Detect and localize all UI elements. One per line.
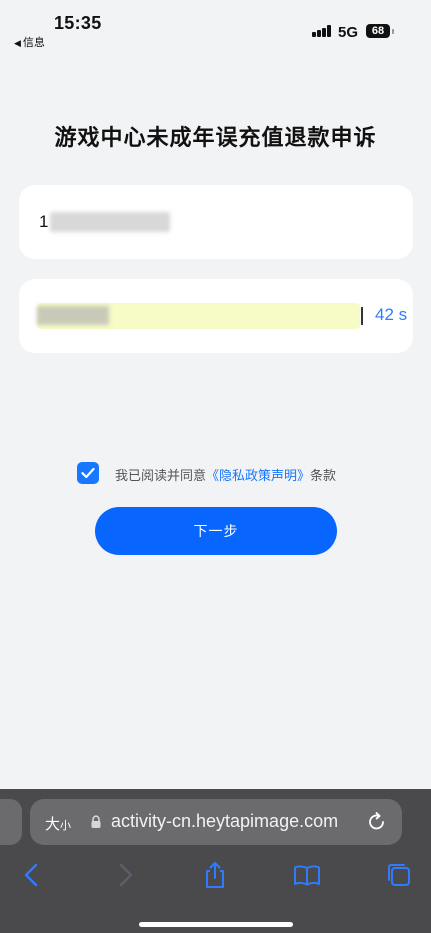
- share-icon[interactable]: [201, 861, 229, 889]
- url-text[interactable]: activity-cn.heytapimage.com: [111, 811, 338, 832]
- back-to-messages-button[interactable]: ◀ 信息: [14, 34, 45, 50]
- verification-code-redacted: [37, 306, 109, 325]
- lock-icon: [91, 815, 101, 828]
- agreement-row: 我已阅读并同意《隐私政策声明》条款: [77, 462, 397, 486]
- phone-number-value: 1: [39, 212, 49, 231]
- tabs-icon[interactable]: [385, 861, 413, 889]
- phone-number-field[interactable]: 1: [19, 185, 413, 259]
- reload-icon[interactable]: [366, 811, 388, 833]
- text-caret: [361, 307, 363, 325]
- agreement-text: 我已阅读并同意《隐私政策声明》条款: [115, 465, 336, 484]
- bookmarks-icon[interactable]: [293, 861, 321, 889]
- back-triangle-icon: ◀: [14, 38, 21, 48]
- cellular-signal-icon: [312, 25, 332, 37]
- next-step-button[interactable]: 下一步: [95, 507, 337, 555]
- verification-code-field[interactable]: 42 s: [19, 279, 413, 353]
- forward-icon[interactable]: [111, 861, 139, 889]
- page-title: 游戏中心未成年误充值退款申诉: [54, 125, 377, 150]
- text-size-large: 大: [45, 816, 61, 833]
- status-bar: ◀ 信息 15:35 5G 68: [0, 0, 431, 64]
- clock: 15:35: [54, 13, 102, 33]
- previous-tab-preview[interactable]: [0, 799, 22, 845]
- phone-number-redacted: [50, 212, 170, 232]
- resend-countdown[interactable]: 42 s: [375, 305, 407, 325]
- battery-icon: 68: [366, 24, 390, 38]
- text-size-small: 小: [60, 820, 72, 832]
- privacy-policy-link[interactable]: 《隐私政策声明》: [206, 468, 310, 483]
- address-bar[interactable]: 大小 activity-cn.heytapimage.com: [30, 799, 402, 845]
- checkmark-icon: [81, 467, 95, 479]
- text-size-button[interactable]: 大小: [45, 813, 71, 834]
- back-app-label: 信息: [22, 37, 45, 49]
- home-indicator: [139, 922, 293, 927]
- agreement-suffix: 条款: [310, 468, 337, 483]
- network-type: 5G: [338, 24, 359, 41]
- battery-tip: [392, 29, 394, 34]
- agreement-prefix: 我已阅读并同意: [115, 468, 207, 483]
- back-icon[interactable]: [18, 861, 46, 889]
- agreement-checkbox[interactable]: [77, 462, 99, 484]
- browser-toolbar: 大小 activity-cn.heytapimage.com: [0, 789, 431, 933]
